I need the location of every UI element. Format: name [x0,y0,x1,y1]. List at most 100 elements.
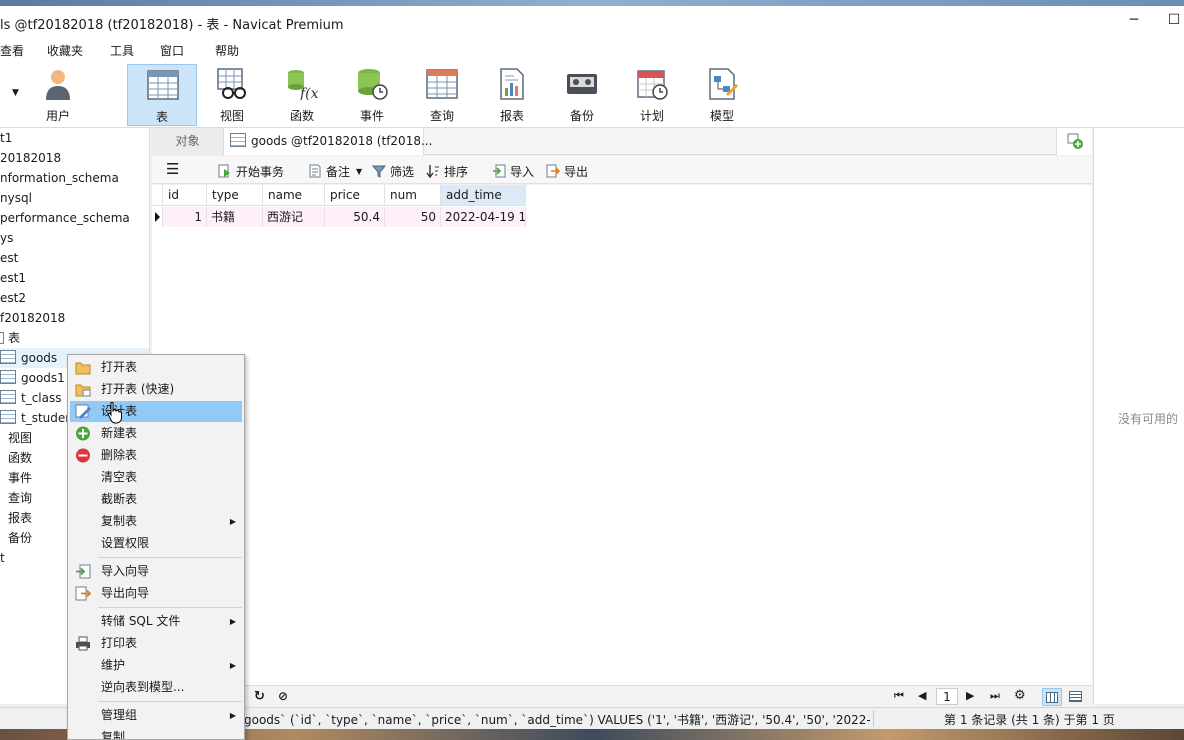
nav-item-information-schema[interactable]: nformation_schema [0,168,119,188]
menu-print-table[interactable]: 打印表 [70,633,242,654]
column-header-num[interactable]: num [385,185,441,206]
menu-manage-group[interactable]: 管理组 ▶ [70,705,242,726]
toolbar-table-button[interactable]: 表 [127,64,197,126]
info-empty-message: 没有可用的 [1118,412,1179,426]
cell-id[interactable]: 1 [163,207,207,227]
nav-item-tables-folder[interactable]: 表 [0,328,20,348]
next-page-icon[interactable]: ▶ [966,689,974,702]
last-page-icon[interactable]: ⏭ [990,689,1000,703]
nav-item-mysql[interactable]: nysql [0,188,32,208]
menu-print-table-label: 打印表 [101,636,138,650]
tab-objects[interactable]: 对象 [152,128,224,155]
menu-duplicate-table[interactable]: 复制表 ▶ [70,511,242,532]
sort-button[interactable]: 排序 [426,162,468,180]
toolbar-schedule-button[interactable]: 计划 [617,64,687,126]
menu-truncate-table[interactable]: 截断表 [70,489,242,510]
menu-open-table[interactable]: 打开表 [70,357,242,378]
print-icon [76,636,90,651]
nav-item-t1[interactable]: t1 [0,128,12,148]
column-header-name[interactable]: name [263,185,325,206]
toolbar-report-button[interactable]: 报表 [477,64,547,126]
nav-item-test1[interactable]: est1 [0,268,26,288]
cell-type[interactable]: 书籍 [207,207,263,227]
nav-item-test[interactable]: est [0,248,18,268]
row-indicator[interactable] [152,207,163,227]
begin-transaction-button[interactable]: 开始事务 [218,162,284,180]
toolbar-backup-button[interactable]: 备份 [547,64,617,126]
minimize-button[interactable]: ─ [1124,10,1144,30]
status-divider [873,710,874,727]
event-icon [358,69,388,100]
new-tab-button[interactable] [1056,128,1092,155]
toolbar-view-button[interactable]: 视图 [197,64,267,126]
nav-item-goods1[interactable]: goods1 [0,368,65,388]
column-header-price[interactable]: price [325,185,385,206]
menu-window[interactable]: 窗口 [160,42,184,59]
menu-maintain[interactable]: 维护 ▶ [70,655,242,676]
nav-item-functions[interactable]: 函数 [8,448,32,468]
maximize-button[interactable]: ☐ [1164,10,1184,30]
menu-favorites[interactable]: 收藏夹 [47,42,83,59]
column-header-add-time[interactable]: add_time [441,185,526,206]
memo-button[interactable]: 备注 ▼ [308,162,362,180]
memo-dropdown-icon[interactable]: ▼ [356,167,362,176]
nav-item-tables-label: 表 [8,331,21,345]
menu-dump-sql[interactable]: 转储 SQL 文件 ▶ [70,611,242,632]
cell-name[interactable]: 西游记 [263,207,325,227]
menu-import-wizard[interactable]: 导入向导 [70,561,242,582]
filter-button[interactable]: 筛选 [372,162,414,180]
nav-item-t-student[interactable]: t_studen [0,408,73,428]
settings-gear-icon[interactable]: ⚙ [1014,688,1026,703]
toolbar-model-button[interactable]: 模型 [687,64,757,126]
menu-help[interactable]: 帮助 [215,42,239,59]
nav-item-performance-schema[interactable]: performance_schema [0,208,130,228]
column-header-id[interactable]: id [163,185,207,206]
menu-delete-table[interactable]: 删除表 [70,445,242,466]
nav-item-views[interactable]: 视图 [8,428,32,448]
import-button[interactable]: 导入 [492,162,534,180]
nav-item-t-class[interactable]: t_class [0,388,62,408]
nav-item-sys[interactable]: ys [0,228,13,248]
menu-copy[interactable]: 复制 [70,727,242,739]
previous-page-icon[interactable]: ◀ [918,689,926,702]
menu-reverse-to-model[interactable]: 逆向表到模型... [70,677,242,698]
tab-goods[interactable]: goods @tf20182018 (tf2018... [224,128,432,155]
menu-new-table[interactable]: 新建表 [70,423,242,444]
grid-view-button[interactable] [1042,688,1062,706]
refresh-icon[interactable]: ↻ [254,689,265,704]
mouse-pointer-icon [108,402,122,424]
nav-item-backups[interactable]: 备份 [8,528,32,548]
column-header-type[interactable]: type [207,185,263,206]
nav-item-20182018[interactable]: 20182018 [0,148,61,168]
cell-add-time[interactable]: 2022-04-19 19 [441,207,526,227]
stop-icon[interactable]: ⊘ [278,689,288,703]
first-page-icon[interactable]: ⏮ [894,689,904,703]
toolbar-event-button[interactable]: 事件 [337,64,407,126]
menu-empty-table[interactable]: 清空表 [70,467,242,488]
nav-item-t[interactable]: t [0,548,5,568]
grid-toolbar: ☰ 开始事务 备注 ▼ 筛选 排序 导入 导出 [152,156,1092,184]
function-icon: f(x) [288,70,318,100]
connection-dropdown-icon[interactable]: ▼ [12,88,19,98]
menu-view[interactable]: 查看 [0,42,24,59]
cell-price[interactable]: 50.4 [325,207,385,227]
nav-item-queries[interactable]: 查询 [8,488,32,508]
filter-label: 筛选 [390,164,415,179]
form-view-button[interactable] [1066,688,1086,706]
nav-item-reports[interactable]: 报表 [8,508,32,528]
toolbar-function-button[interactable]: f(x) 函数 [267,64,337,126]
menu-design-table[interactable]: 设计表 [70,401,242,422]
toolbar-query-button[interactable]: 查询 [407,64,477,126]
nav-item-test2[interactable]: est2 [0,288,26,308]
nav-item-tf20182018[interactable]: f20182018 [0,308,65,328]
menu-tools[interactable]: 工具 [110,42,134,59]
page-number-input[interactable]: 1 [936,688,958,705]
menu-open-table-fast[interactable]: 打开表 (快速) [70,379,242,400]
cell-num[interactable]: 50 [385,207,441,227]
nav-item-events[interactable]: 事件 [8,468,32,488]
grid-menu-icon[interactable]: ☰ [166,160,179,178]
menu-export-wizard[interactable]: 导出向导 [70,583,242,604]
menu-set-permissions[interactable]: 设置权限 [70,533,242,554]
export-button[interactable]: 导出 [546,162,588,180]
toolbar-user-button[interactable]: 用户 [23,64,93,126]
